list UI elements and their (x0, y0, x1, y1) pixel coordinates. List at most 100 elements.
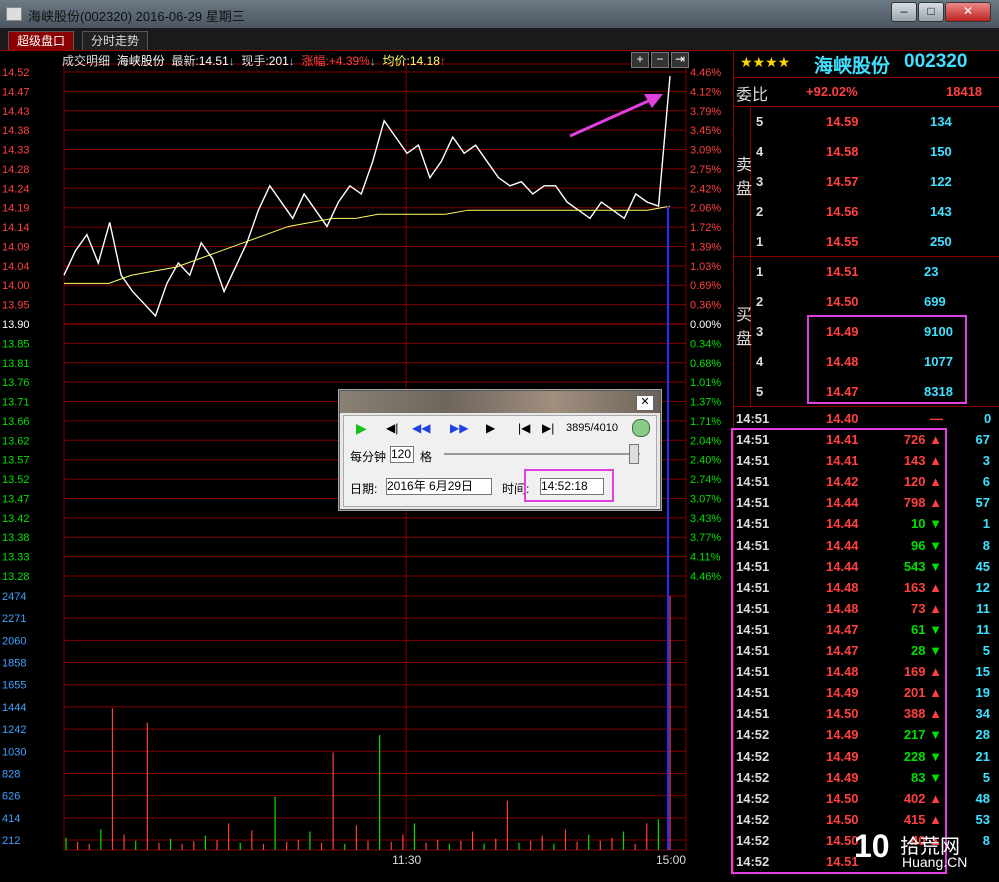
price-tick-label: 13.66 (2, 416, 30, 428)
trade-count: 0 (984, 411, 992, 426)
per-minute-unit: 格 (420, 450, 433, 464)
pct-tick-label: 3.79% (690, 106, 721, 118)
rewind-icon[interactable]: ◀◀ (412, 421, 430, 435)
pct-tick-label: 3.77% (690, 532, 721, 544)
trade-count: 67 (975, 432, 990, 447)
sell-volume: 134 (930, 114, 952, 129)
price-tick-label: 14.43 (2, 106, 30, 118)
change-label: 涨幅: (301, 54, 329, 68)
pct-tick-label: 1.03% (690, 261, 721, 273)
fast-forward-icon[interactable]: ▶▶ (450, 421, 468, 435)
buy-level: 4 (756, 354, 764, 369)
trade-count: 28 (975, 727, 990, 743)
volume-tick-label: 828 (2, 768, 20, 780)
price-tick-label: 13.38 (2, 532, 30, 544)
pct-tick-label: 2.04% (690, 435, 721, 447)
price-tick-label: 13.71 (2, 397, 30, 409)
date-label: 日期: (350, 482, 378, 496)
step-forward-icon[interactable]: ▶ (486, 421, 495, 435)
play-icon[interactable]: ▶ (356, 420, 367, 437)
sell-side-label: 卖盘 (736, 157, 753, 198)
sell-level: 1 (756, 234, 764, 249)
app-icon (6, 7, 22, 21)
skip-start-icon[interactable]: |◀ (518, 421, 530, 435)
x-tick-label: 15:00 (656, 853, 686, 867)
trade-count: 12 (975, 579, 990, 595)
weibi-value: 18418 (946, 84, 983, 99)
pct-tick-label: 1.37% (690, 397, 721, 409)
sell-level: 5 (756, 114, 764, 129)
window-titlebar: 海峡股份(002320) 2016-06-29 星期三 – □ ✕ (0, 0, 999, 28)
stock-name-label: 海峡股份 (116, 54, 165, 68)
trade-count: 8 (982, 537, 990, 553)
price-tick-label: 13.42 (2, 513, 30, 525)
buy-volume: 699 (924, 294, 946, 309)
per-minute-input[interactable]: 120 (390, 446, 414, 463)
tab-super-handicap[interactable]: 超级盘口 (8, 31, 75, 50)
buy-level: 1 (756, 264, 764, 279)
goto-end-button[interactable]: ⇥ (671, 52, 689, 68)
watermark-sub: Huang.CN (902, 854, 968, 870)
tab-bar: 超级盘口 分时走势 (0, 28, 999, 51)
volume-tick-label: 212 (2, 835, 20, 847)
volume-tick-label: 1030 (2, 746, 26, 758)
price-tick-label: 13.85 (2, 338, 30, 350)
bid-highlight-box (807, 315, 967, 404)
volume-tick-label: 2060 (2, 635, 26, 647)
maximize-button[interactable]: □ (918, 2, 944, 22)
price-tick-label: 13.76 (2, 377, 30, 389)
close-button[interactable]: ✕ (945, 2, 991, 22)
pct-tick-label: 0.00% (690, 319, 721, 331)
sell-volume: 143 (930, 204, 952, 219)
price-tick-label: 14.33 (2, 145, 30, 157)
avg-value: 14.18 (409, 54, 440, 68)
refresh-icon[interactable] (632, 419, 650, 437)
pct-tick-label: 0.34% (690, 338, 721, 350)
tab-intraday-trend[interactable]: 分时走势 (82, 31, 149, 50)
trade-time: 14:51 (736, 411, 770, 426)
pct-tick-label: 3.43% (690, 513, 721, 525)
trade-count: 5 (982, 769, 990, 785)
detail-label[interactable]: 成交明细 (62, 54, 110, 68)
trade-count: 34 (975, 706, 990, 722)
minimize-button[interactable]: – (891, 2, 917, 22)
pct-tick-label: 2.40% (690, 455, 721, 467)
volume-tick-label: 2474 (2, 591, 26, 603)
trade-count: 5 (982, 643, 990, 658)
watermark-logo: 10 (854, 828, 890, 864)
pct-tick-label: 0.69% (690, 280, 721, 292)
zoom-in-button[interactable]: + (631, 52, 649, 68)
weibi-label: 委比 (736, 87, 769, 104)
volume-tick-label: 1858 (2, 658, 26, 670)
pct-tick-label: 2.75% (690, 164, 721, 176)
price-line (63, 76, 671, 318)
buy-side-label: 买盘 (736, 307, 753, 348)
avg-label: 均价: (382, 54, 410, 68)
step-back-icon[interactable]: ◀| (386, 421, 398, 435)
trade-count: 53 (975, 811, 990, 827)
up-arrow-icon: ↑ (439, 54, 446, 68)
zoom-out-button[interactable]: − (651, 52, 669, 68)
trades-highlight-box (731, 428, 947, 874)
skip-end-icon[interactable]: ▶| (542, 421, 554, 435)
speed-slider-track[interactable] (444, 453, 640, 455)
price-tick-label: 14.47 (2, 86, 30, 98)
dialog-titlebar: ✕ (340, 391, 660, 413)
pct-tick-label: 4.46% (690, 67, 721, 79)
price-tick-label: 13.28 (2, 571, 30, 583)
pct-tick-label: 0.68% (690, 358, 721, 370)
dialog-close-button[interactable]: ✕ (636, 395, 654, 411)
pct-tick-label: 2.74% (690, 474, 721, 486)
volume-tick-label: 1242 (2, 724, 26, 736)
date-picker[interactable]: 2016年 6月29日 (386, 478, 492, 495)
volume-tick-label: 414 (2, 813, 20, 825)
trade-price: 14.40 (826, 411, 859, 426)
volume-label: 现手: (241, 54, 269, 68)
volume-tick-label: 1655 (2, 680, 26, 692)
x-tick-label: 11:30 (392, 853, 421, 867)
speed-slider-thumb[interactable] (629, 444, 639, 464)
sell-price: 14.57 (826, 174, 859, 189)
price-tick-label: 14.14 (2, 222, 30, 234)
price-tick-label: 14.00 (2, 280, 30, 292)
price-tick-label: 14.38 (2, 125, 30, 137)
